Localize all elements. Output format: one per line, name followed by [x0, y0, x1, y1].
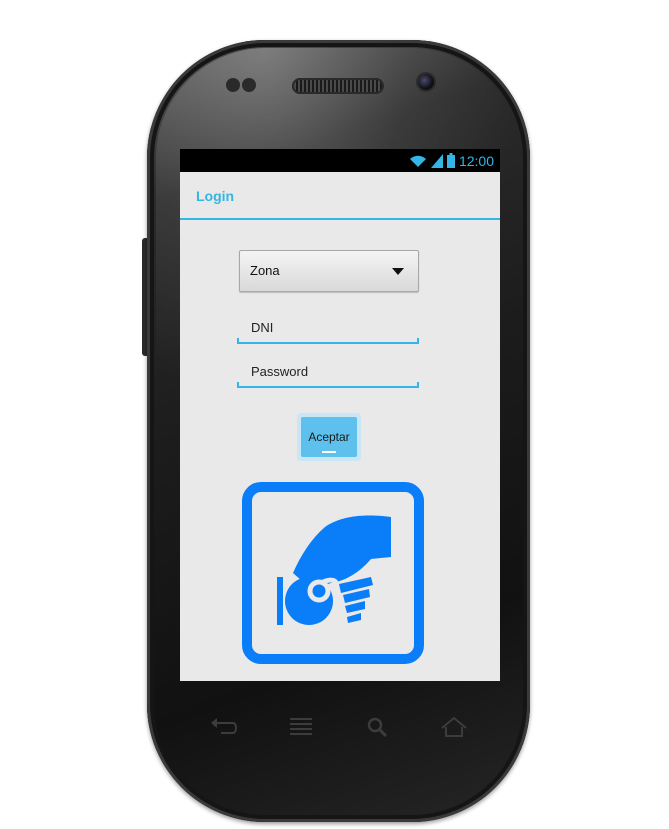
search-icon[interactable]	[366, 714, 388, 740]
password-field-hint: Password	[251, 364, 309, 379]
screen: 12:00 Login Zona DNI Password Aceptar	[180, 149, 500, 681]
action-bar: Login	[180, 172, 500, 220]
status-bar: 12:00	[180, 149, 500, 172]
status-icons: 12:00	[409, 149, 494, 172]
front-camera	[418, 74, 434, 90]
password-field[interactable]: Password	[237, 356, 419, 388]
accept-button-label: Aceptar	[308, 430, 350, 444]
battery-icon	[446, 153, 455, 168]
accept-button-focus-indicator	[322, 451, 336, 453]
proximity-sensor	[226, 78, 240, 92]
zona-spinner-value: Zona	[250, 263, 280, 278]
accept-button-face: Aceptar	[301, 417, 357, 457]
dropdown-arrow-icon	[392, 268, 404, 275]
back-icon[interactable]	[209, 714, 239, 740]
hand-holding-coin-icon	[242, 482, 424, 664]
zona-spinner[interactable]: Zona	[239, 250, 419, 292]
dni-field-hint: DNI	[251, 320, 274, 335]
page-title: Login	[196, 188, 235, 204]
signal-icon	[430, 153, 443, 168]
menu-icon[interactable]	[288, 714, 314, 740]
status-time: 12:00	[458, 152, 494, 169]
phone-speaker	[292, 78, 384, 94]
dni-field[interactable]: DNI	[237, 312, 419, 344]
home-icon[interactable]	[440, 714, 468, 740]
accept-button[interactable]: Aceptar	[297, 413, 361, 461]
wifi-icon	[409, 155, 426, 167]
